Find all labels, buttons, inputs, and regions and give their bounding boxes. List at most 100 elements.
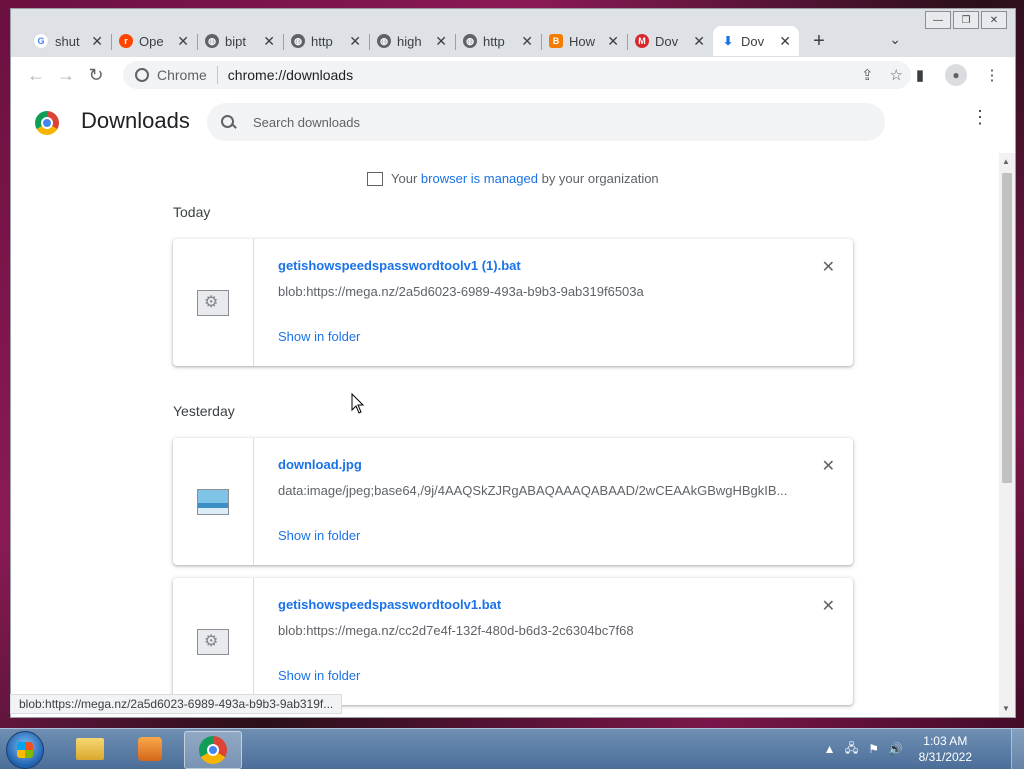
taskbar-media-player[interactable]	[122, 731, 178, 767]
batch-file-icon	[197, 628, 229, 655]
search-bar[interactable]	[207, 103, 885, 141]
tab-strip: G shut ✕ r Ope ✕ ◍ bipt ✕ ◍ http ✕ ◍ hig…	[25, 25, 833, 57]
scrollbar-thumb[interactable]	[1002, 173, 1012, 483]
start-button[interactable]	[6, 731, 44, 769]
tab-title: Ope	[139, 33, 164, 49]
search-input[interactable]	[251, 113, 855, 131]
taskbar-chrome[interactable]	[184, 731, 242, 769]
side-panel-icon[interactable]: ▮	[909, 61, 931, 89]
scroll-down-arrow-icon[interactable]: ▼	[1002, 704, 1010, 713]
browser-menu-icon[interactable]: ⋮	[981, 61, 1003, 89]
url-text[interactable]: chrome://downloads	[228, 67, 353, 83]
managed-text-after: by your organization	[541, 171, 659, 186]
tab-4[interactable]: ◍ high ✕	[369, 26, 455, 56]
tab-0[interactable]: G shut ✕	[25, 26, 111, 56]
download-item: getishowspeedspasswordtoolv1 (1).bat blo…	[173, 239, 853, 366]
more-actions-icon[interactable]: ⋮	[971, 108, 989, 126]
show-in-folder-link[interactable]: Show in folder	[278, 329, 360, 344]
chrome-icon	[199, 736, 227, 764]
tab-6[interactable]: B How ✕	[541, 26, 627, 56]
omnibox-label: Chrome	[157, 67, 207, 83]
image-file-icon	[197, 488, 229, 515]
page-title: Downloads	[81, 108, 190, 133]
profile-avatar-icon[interactable]: ●	[945, 64, 967, 86]
show-hidden-icons-icon[interactable]: ▲	[823, 742, 837, 756]
clock[interactable]: 1:03 AM 8/31/2022	[919, 733, 972, 765]
download-icon: ⬇	[722, 34, 734, 48]
omnibox-actions: ⇪ ☆	[861, 66, 903, 84]
address-bar[interactable]: Chrome chrome://downloads ⇪ ☆	[123, 61, 911, 89]
tab-title: http	[311, 33, 333, 49]
close-tab-icon[interactable]: ✕	[177, 33, 189, 50]
tab-title: Dov	[655, 33, 679, 49]
downloads-page: Downloads ⋮ Your browser is managed by y…	[11, 93, 1015, 717]
forward-button[interactable]: →	[51, 60, 81, 90]
remove-icon[interactable]: ✕	[822, 456, 835, 476]
file-thumbnail	[173, 438, 254, 565]
taskbar-explorer[interactable]	[62, 731, 118, 767]
remove-icon[interactable]: ✕	[822, 257, 835, 277]
remove-icon[interactable]: ✕	[822, 596, 835, 616]
tab-2[interactable]: ◍ bipt ✕	[197, 26, 283, 56]
managed-link[interactable]: browser is managed	[421, 171, 538, 186]
minimize-button[interactable]: —	[925, 11, 951, 29]
file-name-link[interactable]: getishowspeedspasswordtoolv1.bat	[278, 597, 501, 612]
tab-title: shut	[55, 33, 80, 49]
network-icon[interactable]: 🖧	[845, 741, 859, 756]
taskbar: ▲ 🖧 ⚑ 🔊 1:03 AM 8/31/2022	[0, 728, 1024, 769]
browser-window: — ❐ ✕ G shut ✕ r Ope ✕ ◍ bipt ✕ ◍ http ✕…	[10, 8, 1016, 718]
globe-icon: ◍	[205, 34, 219, 48]
scroll-up-arrow-icon[interactable]: ▲	[1002, 157, 1010, 166]
close-tab-icon[interactable]: ✕	[435, 33, 447, 50]
show-desktop-button[interactable]	[1011, 729, 1024, 769]
reload-button[interactable]: ↻	[81, 60, 111, 90]
tab-title: bipt	[225, 33, 246, 49]
action-center-flag-icon[interactable]: ⚑	[867, 742, 881, 756]
tab-title: Dov	[741, 33, 765, 49]
tab-8-active[interactable]: ⬇ Dov ✕	[713, 26, 799, 56]
tab-7[interactable]: M Dov ✕	[627, 26, 713, 56]
batch-file-icon	[197, 289, 229, 316]
new-tab-button[interactable]: +	[805, 27, 833, 55]
close-tab-icon[interactable]: ✕	[779, 33, 791, 50]
tab-5[interactable]: ◍ http ✕	[455, 26, 541, 56]
date-header-today: Today	[173, 204, 211, 220]
back-button[interactable]: ←	[21, 60, 51, 90]
maximize-button[interactable]: ❐	[953, 11, 979, 29]
close-tab-icon[interactable]: ✕	[693, 33, 705, 50]
chrome-logo-icon	[35, 111, 59, 135]
close-window-button[interactable]: ✕	[981, 11, 1007, 29]
close-tab-icon[interactable]: ✕	[263, 33, 275, 50]
vertical-scrollbar[interactable]: ▲ ▼	[999, 153, 1015, 717]
omnibox-divider	[216, 66, 218, 84]
globe-icon: ◍	[463, 34, 477, 48]
page-header: Downloads ⋮	[11, 93, 1015, 153]
bookmark-star-icon[interactable]: ☆	[890, 66, 903, 84]
clock-time: 1:03 AM	[923, 734, 968, 748]
chrome-icon	[135, 68, 149, 82]
reddit-icon: r	[119, 34, 133, 48]
building-icon	[367, 171, 383, 186]
share-icon[interactable]: ⇪	[861, 66, 874, 84]
show-in-folder-link[interactable]: Show in folder	[278, 668, 360, 683]
tab-title: How	[569, 33, 596, 49]
tab-1[interactable]: r Ope ✕	[111, 26, 197, 56]
date-header-yesterday: Yesterday	[173, 403, 235, 419]
file-name-link[interactable]: download.jpg	[278, 457, 362, 472]
file-name-link[interactable]: getishowspeedspasswordtoolv1 (1).bat	[278, 258, 521, 273]
media-player-icon	[138, 737, 162, 761]
show-in-folder-link[interactable]: Show in folder	[278, 528, 360, 543]
clock-date: 8/31/2022	[918, 750, 972, 764]
system-tray: ▲ 🖧 ⚑ 🔊 1:03 AM 8/31/2022	[823, 733, 972, 765]
search-icon	[221, 115, 235, 129]
close-tab-icon[interactable]: ✕	[607, 33, 619, 50]
close-tab-icon[interactable]: ✕	[521, 33, 533, 50]
managed-text-before: Your	[391, 171, 418, 186]
close-tab-icon[interactable]: ✕	[349, 33, 361, 50]
tab-3[interactable]: ◍ http ✕	[283, 26, 369, 56]
volume-icon[interactable]: 🔊	[888, 742, 903, 756]
window-controls: — ❐ ✕	[925, 11, 1007, 29]
close-tab-icon[interactable]: ✕	[91, 33, 103, 50]
tab-search-chevron-icon[interactable]: ⌄	[889, 31, 901, 48]
managed-notice: Your browser is managed by your organiza…	[367, 171, 659, 186]
